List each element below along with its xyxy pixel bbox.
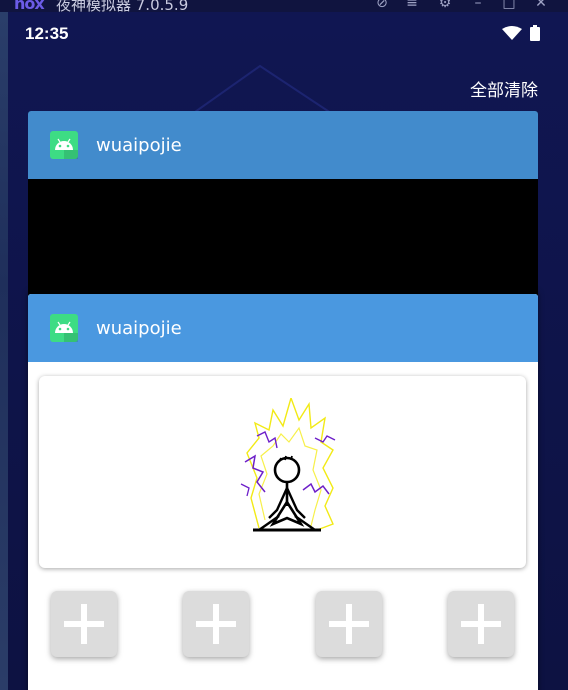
add-button-2[interactable]	[183, 591, 249, 657]
plus-icon	[461, 604, 501, 644]
card-header[interactable]: wuaipojie	[28, 111, 538, 179]
add-button-3[interactable]	[316, 591, 382, 657]
emulator-title: 夜神模拟器 7.0.5.9	[56, 0, 189, 12]
stick-figure-image	[240, 398, 336, 532]
recent-card-1[interactable]: wuaipojie	[28, 111, 538, 301]
android-screen: 12:35 全部清除 wuaipojie wuaipojie	[0, 12, 568, 690]
close-icon[interactable]: ✕	[532, 0, 550, 12]
menu-icon[interactable]: ≡	[403, 0, 421, 12]
maximize-icon[interactable]: □	[500, 0, 518, 12]
clear-all-button[interactable]: 全部清除	[470, 76, 538, 101]
app-name: wuaipojie	[96, 318, 182, 339]
status-time: 12:35	[25, 24, 69, 43]
android-icon	[50, 314, 78, 342]
emulator-title-bar: nox 夜神模拟器 7.0.5.9 ⊘ ≡ ⚙ – □ ✕	[0, 0, 568, 12]
plus-icon	[196, 604, 236, 644]
desktop-edge	[0, 12, 8, 690]
add-button-1[interactable]	[51, 591, 117, 657]
image-panel	[39, 376, 526, 568]
emulator-logo: nox	[14, 0, 45, 12]
settings-icon[interactable]: ⚙	[436, 0, 454, 12]
app-content	[28, 362, 538, 690]
wifi-icon	[502, 26, 522, 40]
android-icon	[50, 131, 78, 159]
app-name: wuaipojie	[96, 135, 182, 156]
help-icon[interactable]: ⊘	[373, 0, 391, 12]
battery-icon	[530, 25, 540, 41]
recent-card-2[interactable]: wuaipojie	[28, 294, 538, 690]
plus-icon	[64, 604, 104, 644]
card-header[interactable]: wuaipojie	[28, 294, 538, 362]
plus-icon	[329, 604, 369, 644]
minimize-icon[interactable]: –	[469, 0, 487, 12]
add-button-4[interactable]	[448, 591, 514, 657]
